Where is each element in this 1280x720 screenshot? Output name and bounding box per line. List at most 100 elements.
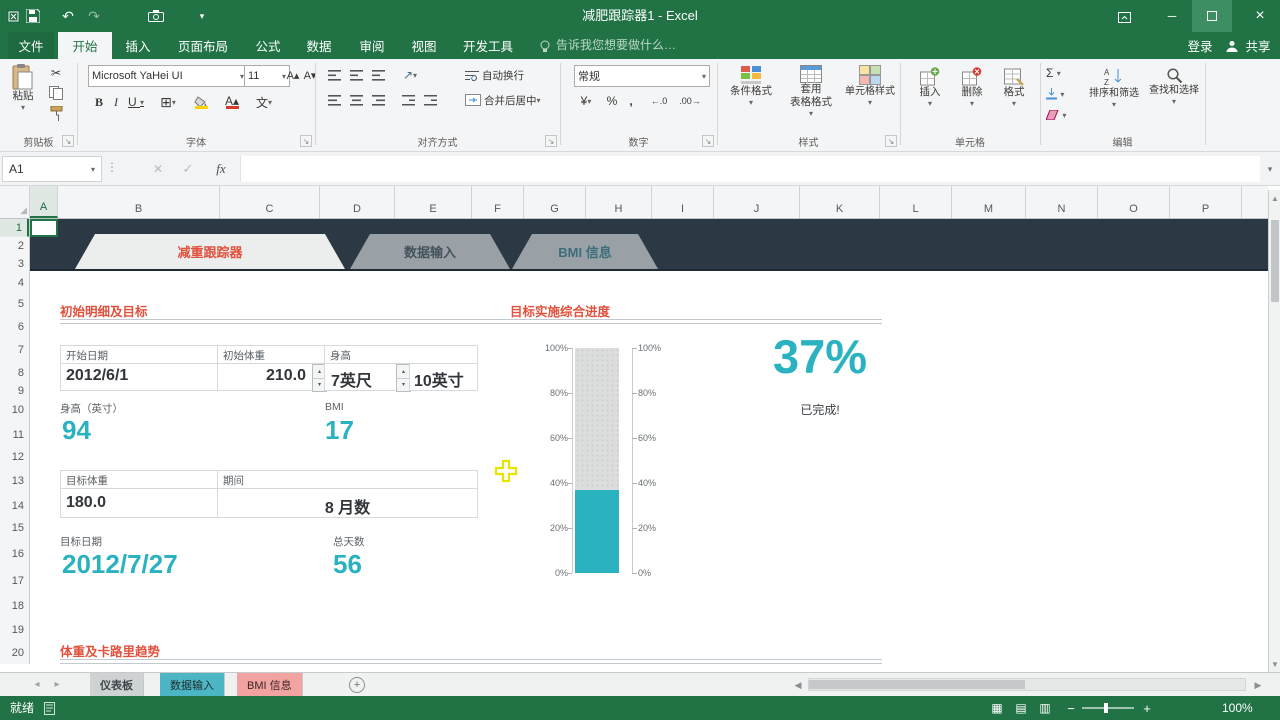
- column-header-B[interactable]: B: [58, 186, 220, 218]
- sheet-tab-data-entry[interactable]: 数据输入: [160, 673, 225, 696]
- row-header-12[interactable]: 12: [0, 448, 29, 466]
- wrap-text-button[interactable]: 自动换行: [465, 65, 557, 85]
- redo-icon[interactable]: ↷: [82, 0, 106, 32]
- align-left-icon[interactable]: [325, 92, 343, 108]
- row-header-6[interactable]: 6: [0, 316, 29, 339]
- row-header-8[interactable]: 8: [0, 362, 29, 385]
- row-header-20[interactable]: 20: [0, 642, 29, 664]
- column-header-E[interactable]: E: [395, 186, 472, 218]
- sort-dropdown[interactable]: ▾: [1112, 100, 1116, 109]
- font-dialog-launcher[interactable]: ↘: [300, 135, 312, 147]
- merge-center-button[interactable]: 合并后居中 ▾: [465, 90, 567, 110]
- delete-cells-button[interactable]: 删除 ▾: [952, 67, 992, 108]
- row-header-4[interactable]: 4: [0, 273, 29, 293]
- clipboard-dialog-launcher[interactable]: ↘: [62, 135, 74, 147]
- hscroll-right-button[interactable]: ▶: [1250, 677, 1266, 693]
- tab-insert[interactable]: 插入: [114, 32, 162, 59]
- decrease-indent-icon[interactable]: [399, 92, 417, 108]
- tab-home[interactable]: 开始: [58, 32, 112, 59]
- row-header-10[interactable]: 10: [0, 397, 29, 423]
- select-all-button[interactable]: ◢: [0, 186, 30, 218]
- sort-filter-button[interactable]: AZ 排序和筛选 ▾: [1084, 67, 1144, 109]
- row-header-17[interactable]: 17: [0, 568, 29, 594]
- minimize-button[interactable]: ─: [1152, 0, 1192, 32]
- percent-style-button[interactable]: %: [604, 92, 620, 110]
- column-header-P[interactable]: P: [1170, 186, 1242, 218]
- row-header-1[interactable]: 1: [0, 219, 29, 237]
- sheet-nav-right[interactable]: ▸: [48, 673, 66, 696]
- row-header-16[interactable]: 16: [0, 541, 29, 568]
- cancel-entry-icon[interactable]: ✕: [146, 156, 170, 182]
- decrease-decimal-button[interactable]: .00→: [676, 92, 704, 110]
- column-header-O[interactable]: O: [1098, 186, 1170, 218]
- start-date-cell[interactable]: 2012/6/1: [60, 363, 218, 391]
- column-header-A[interactable]: A: [30, 186, 58, 218]
- column-header-H[interactable]: H: [586, 186, 652, 218]
- format-table-dropdown[interactable]: ▾: [809, 109, 813, 118]
- font-color-button[interactable]: A▴: [219, 91, 245, 113]
- merge-dropdown[interactable]: ▾: [537, 96, 541, 105]
- paste-button[interactable]: 粘贴 ▾: [5, 64, 41, 112]
- scroll-down-button[interactable]: ▼: [1269, 658, 1280, 670]
- delete-dropdown[interactable]: ▾: [970, 99, 974, 108]
- sign-in-button[interactable]: 登录: [1178, 32, 1222, 59]
- target-weight-cell[interactable]: 180.0: [60, 488, 218, 518]
- view-page-break-button[interactable]: ▥: [1034, 696, 1056, 720]
- sheet-tab-bmi-info[interactable]: BMI 信息: [237, 673, 303, 696]
- qat-customize-dropdown[interactable]: ▾: [192, 0, 212, 32]
- clear-button[interactable]: ▾: [1046, 107, 1076, 123]
- column-header-J[interactable]: J: [714, 186, 800, 218]
- zoom-slider-track[interactable]: [1082, 707, 1134, 709]
- tab-data[interactable]: 数据: [294, 32, 344, 59]
- start-weight-cell[interactable]: 210.0: [217, 363, 325, 391]
- new-sheet-button[interactable]: +: [349, 677, 365, 693]
- orientation-button[interactable]: ↗ ▾: [399, 67, 421, 83]
- row-header-9[interactable]: 9: [0, 385, 29, 397]
- grow-font-button[interactable]: A▴: [285, 66, 301, 84]
- tab-developer[interactable]: 开发工具: [450, 32, 526, 59]
- align-middle-icon[interactable]: [347, 67, 365, 83]
- phonetic-guide-button[interactable]: 文 ▾: [251, 93, 277, 111]
- horizontal-scrollbar[interactable]: [808, 678, 1246, 691]
- increase-indent-icon[interactable]: [421, 92, 439, 108]
- row-header-7[interactable]: 7: [0, 339, 29, 362]
- autosum-button[interactable]: Σ ▾: [1046, 65, 1076, 81]
- column-header-G[interactable]: G: [524, 186, 586, 218]
- insert-function-button[interactable]: fx: [208, 156, 234, 182]
- number-format-dropdown[interactable]: ▾: [702, 72, 706, 81]
- macro-record-icon[interactable]: [44, 702, 55, 715]
- view-page-layout-button[interactable]: ▤: [1010, 696, 1032, 720]
- ribbon-display-options-button[interactable]: [1106, 0, 1142, 32]
- format-cells-button[interactable]: 格式 ▾: [994, 67, 1034, 108]
- row-header-18[interactable]: 18: [0, 594, 29, 618]
- column-header-D[interactable]: D: [320, 186, 395, 218]
- autosum-dropdown[interactable]: ▾: [1057, 69, 1061, 78]
- vertical-scrollbar[interactable]: ▲ ▼: [1268, 190, 1280, 672]
- borders-dropdown[interactable]: ▾: [172, 98, 176, 107]
- row-header-13[interactable]: 13: [0, 466, 29, 497]
- formula-bar-expand[interactable]: ▾: [1262, 156, 1278, 182]
- app-icon[interactable]: [7, 10, 20, 23]
- tab-file[interactable]: 文件: [8, 32, 54, 59]
- selected-cell-a1[interactable]: [30, 219, 58, 237]
- cut-icon[interactable]: ✂: [44, 65, 68, 81]
- confirm-entry-icon[interactable]: ✓: [176, 156, 200, 182]
- align-center-icon[interactable]: [347, 92, 365, 108]
- scroll-up-button[interactable]: ▲: [1269, 192, 1280, 204]
- hscroll-left-button[interactable]: ◀: [790, 677, 806, 693]
- row-header-3[interactable]: 3: [0, 255, 29, 273]
- row-header-2[interactable]: 2: [0, 237, 29, 255]
- column-header-K[interactable]: K: [800, 186, 880, 218]
- maximize-button[interactable]: [1192, 0, 1232, 32]
- horizontal-scroll-thumb[interactable]: [809, 680, 1025, 689]
- height-inches-cell[interactable]: 10英寸: [409, 363, 478, 391]
- row-header-11[interactable]: 11: [0, 423, 29, 448]
- format-as-table-button[interactable]: 套用 表格格式 ▾: [781, 65, 841, 118]
- alignment-dialog-launcher[interactable]: ↘: [545, 135, 557, 147]
- orientation-dropdown[interactable]: ▾: [413, 71, 417, 80]
- increase-decimal-button[interactable]: ←.0: [646, 92, 672, 110]
- align-top-icon[interactable]: [325, 67, 343, 83]
- font-name-combo[interactable]: Microsoft YaHei UI ▾: [88, 65, 248, 87]
- zoom-out-button[interactable]: −: [1062, 696, 1080, 720]
- period-cell[interactable]: 8 月数: [217, 488, 478, 518]
